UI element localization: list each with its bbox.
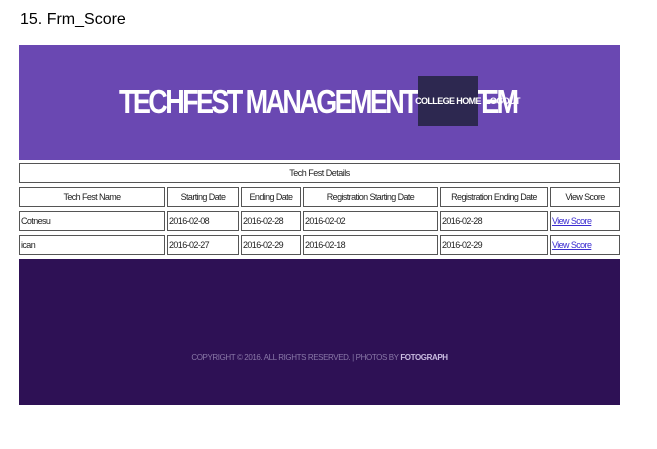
start-date-cell: 2016-02-08 <box>167 211 239 231</box>
footer: COPYRIGHT © 2016. ALL RIGHTS RESERVED. |… <box>19 259 620 405</box>
column-header: Registration Starting Date <box>303 187 438 207</box>
view-score-link[interactable]: View Score <box>552 216 592 226</box>
column-header: Tech Fest Name <box>19 187 165 207</box>
fest-name-cell: Cotnesu <box>19 211 165 231</box>
reg-end-date-cell: 2016-02-28 <box>440 211 548 231</box>
table-header-row: Tech Fest Name Starting Date Ending Date… <box>19 187 620 207</box>
header-banner: TECHFEST MANAGEMENT SYSTEM COLLEGE HOME … <box>19 45 620 160</box>
photo-credit-link[interactable]: FOTOGRAPH <box>400 353 448 362</box>
fest-name-cell: ican <box>19 235 165 255</box>
nav-college-home[interactable]: COLLEGE HOME <box>415 76 482 126</box>
copyright-label: COPYRIGHT © 2016. ALL RIGHTS RESERVED. |… <box>191 353 399 362</box>
end-date-cell: 2016-02-29 <box>241 235 301 255</box>
column-header: Registration Ending Date <box>440 187 548 207</box>
reg-end-date-cell: 2016-02-29 <box>440 235 548 255</box>
app-screenshot: TECHFEST MANAGEMENT SYSTEM COLLEGE HOME … <box>19 45 620 405</box>
reg-start-date-cell: 2016-02-18 <box>303 235 438 255</box>
table-row: ican 2016-02-27 2016-02-29 2016-02-18 20… <box>19 235 620 255</box>
document-heading: 15. Frm_Score <box>20 11 126 28</box>
view-score-link[interactable]: View Score <box>552 240 592 250</box>
reg-start-date-cell: 2016-02-02 <box>303 211 438 231</box>
start-date-cell: 2016-02-27 <box>167 235 239 255</box>
column-header: Starting Date <box>167 187 239 207</box>
nav-logout[interactable]: LOGOUT <box>485 76 521 126</box>
view-score-cell: View Score <box>550 235 620 255</box>
column-header: Ending Date <box>241 187 301 207</box>
end-date-cell: 2016-02-28 <box>241 211 301 231</box>
column-header: View Score <box>550 187 620 207</box>
table-row: Cotnesu 2016-02-08 2016-02-28 2016-02-02… <box>19 211 620 231</box>
view-score-cell: View Score <box>550 211 620 231</box>
copyright-text: COPYRIGHT © 2016. ALL RIGHTS RESERVED. |… <box>19 353 620 362</box>
table-caption: Tech Fest Details <box>19 163 620 183</box>
